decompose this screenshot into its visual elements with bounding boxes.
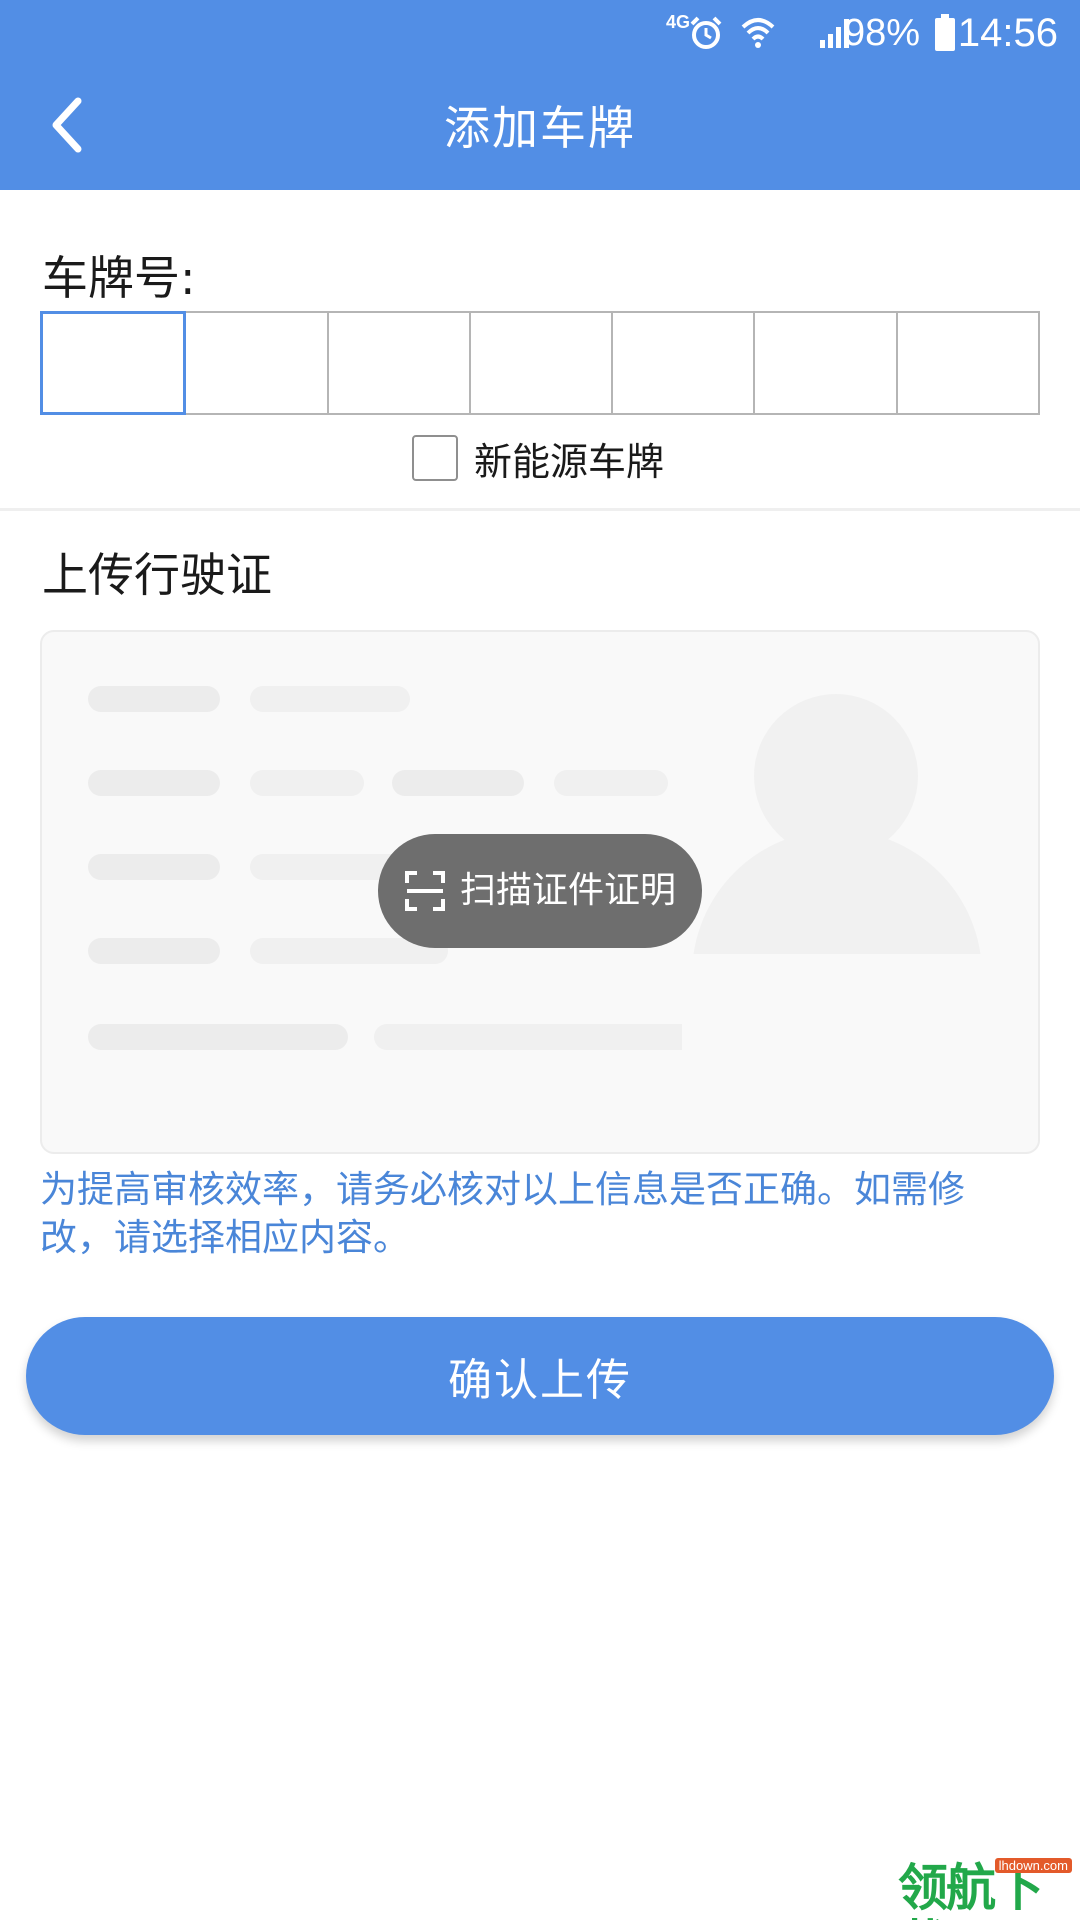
network-type-label: 4G bbox=[665, 12, 690, 32]
scan-document-button[interactable]: 扫描证件证明 bbox=[378, 834, 702, 948]
section-divider bbox=[0, 508, 1080, 511]
placeholder-line bbox=[88, 1024, 348, 1050]
plate-cell-4[interactable] bbox=[470, 311, 614, 415]
new-energy-checkbox[interactable] bbox=[412, 435, 458, 481]
plate-cell-7[interactable] bbox=[897, 311, 1040, 415]
placeholder-line bbox=[250, 770, 364, 796]
status-bar: 4G 98% 14:56 bbox=[0, 0, 1080, 66]
battery-percent: 98% bbox=[843, 11, 920, 54]
scan-button-label: 扫描证件证明 bbox=[459, 870, 676, 911]
plate-cell-5[interactable] bbox=[613, 311, 756, 415]
plate-cell-3[interactable] bbox=[328, 311, 471, 415]
battery-icon bbox=[934, 0, 956, 66]
scan-icon bbox=[404, 870, 446, 912]
placeholder-line bbox=[392, 770, 524, 796]
verification-notice: 为提高审核效率，请务必核对以上信息是否正确。如需修改，请选择相应内容。 bbox=[40, 1168, 965, 1259]
watermark-url: lhdown.com bbox=[994, 1858, 1072, 1873]
plate-number-label: 车牌号: bbox=[42, 251, 196, 305]
placeholder-line bbox=[250, 686, 410, 712]
app-header: 4G 98% 14:56 添加车牌 bbox=[0, 0, 1080, 190]
upload-section-title: 上传行驶证 bbox=[42, 548, 272, 602]
plate-cell-6[interactable] bbox=[755, 311, 898, 415]
placeholder-line bbox=[554, 770, 668, 796]
new-energy-label: 新能源车牌 bbox=[474, 439, 665, 484]
watermark-logo: 领航下载 lhdown.com bbox=[898, 1858, 1080, 1920]
plate-cell-1[interactable] bbox=[40, 311, 187, 415]
alarm-icon bbox=[687, 0, 725, 66]
placeholder-line bbox=[88, 770, 220, 796]
placeholder-line bbox=[88, 938, 220, 964]
plate-cell-2[interactable] bbox=[186, 311, 329, 415]
placeholder-line bbox=[88, 854, 220, 880]
plate-number-input-group bbox=[40, 311, 1040, 415]
wifi-icon bbox=[741, 0, 775, 66]
new-energy-plate-option[interactable]: 新能源车牌 bbox=[412, 430, 664, 486]
clock-time: 14:56 bbox=[957, 10, 1058, 55]
page-title: 添加车牌 bbox=[444, 101, 636, 155]
avatar-placeholder-head bbox=[754, 694, 918, 858]
confirm-upload-button[interactable]: 确认上传 bbox=[26, 1317, 1054, 1435]
placeholder-line bbox=[88, 686, 220, 712]
